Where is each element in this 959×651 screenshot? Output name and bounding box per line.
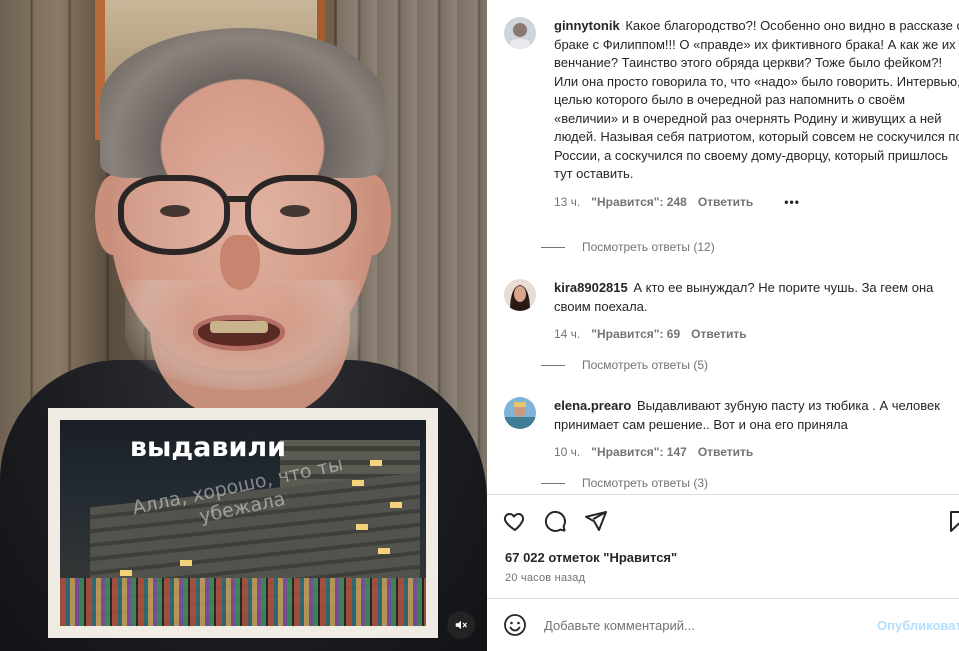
comment-time[interactable]: 14 ч.	[554, 325, 580, 344]
building-projection-image: Алла, хорошо, что ты убежала выдавили	[60, 420, 426, 626]
reply-button[interactable]: Ответить	[698, 193, 753, 212]
comment-body: elena.prearo Выдавливают зубную пасту из…	[554, 397, 959, 462]
heart-icon	[503, 513, 525, 531]
inset-video-card: Алла, хорошо, что ты убежала выдавили	[48, 408, 438, 638]
post-action-bar	[503, 509, 959, 537]
lit-window	[378, 548, 390, 554]
save-button[interactable]	[947, 509, 959, 535]
publish-button[interactable]: Опубликовать	[877, 618, 959, 633]
add-comment-bar: Добавьте комментарий... Опубликовать	[503, 612, 959, 640]
comment-text: Какое благородство?! Особенно оно видно …	[554, 18, 959, 181]
replies-line	[541, 364, 565, 366]
like-button[interactable]	[503, 509, 529, 535]
more-options-icon[interactable]: •••	[784, 193, 800, 212]
view-replies-label: Посмотреть ответы (5)	[582, 358, 709, 372]
avatar-image	[504, 279, 536, 311]
replies-line	[541, 246, 565, 248]
glasses-bridge	[226, 196, 250, 202]
comment-meta: 10 ч. "Нравится": 147 Ответить	[554, 443, 959, 462]
share-button[interactable]	[584, 509, 610, 535]
person-hair	[100, 28, 385, 178]
comment-likes[interactable]: "Нравится": 69	[591, 325, 680, 344]
comment-text-block: elena.prearo Выдавливают зубную пасту из…	[554, 397, 959, 434]
comments-panel: ginnytonik Какое благородство?! Особенно…	[487, 0, 959, 651]
view-replies-button[interactable]: Посмотреть ответы (3)	[541, 476, 708, 490]
replies-line	[541, 482, 565, 484]
divider	[487, 494, 959, 495]
avatar[interactable]	[504, 397, 536, 429]
share-icon	[585, 511, 607, 531]
view-replies-button[interactable]: Посмотреть ответы (12)	[541, 240, 715, 254]
lit-window	[356, 524, 368, 530]
person-teeth	[210, 321, 268, 333]
comment-time[interactable]: 10 ч.	[554, 443, 580, 462]
lit-window	[390, 502, 402, 508]
avatar[interactable]	[504, 279, 536, 311]
comment-meta: 14 ч. "Нравится": 69 Ответить	[554, 325, 959, 344]
view-replies-label: Посмотреть ответы (12)	[582, 240, 715, 254]
comment-username[interactable]: kira8902815	[554, 280, 628, 295]
lit-window	[352, 480, 364, 486]
comment-username[interactable]: ginnytonik	[554, 18, 620, 33]
avatar-image	[504, 397, 536, 429]
comment-body: ginnytonik Какое благородство?! Особенно…	[554, 17, 959, 211]
mute-button[interactable]	[447, 611, 475, 639]
avatar-image	[504, 17, 536, 49]
lit-window	[180, 560, 192, 566]
comment-icon	[544, 510, 566, 532]
post-timestamp[interactable]: 20 часов назад	[505, 572, 585, 584]
divider	[487, 598, 959, 599]
comment-body: kira8902815 А кто ее вынуждал? Не порите…	[554, 279, 959, 344]
speaker-muted-icon	[455, 620, 467, 630]
comment-text-block: kira8902815 А кто ее вынуждал? Не порите…	[554, 279, 959, 316]
reply-button[interactable]: Ответить	[691, 325, 746, 344]
comment-time[interactable]: 13 ч.	[554, 193, 580, 212]
comment-username[interactable]: elena.prearo	[554, 398, 631, 413]
avatar[interactable]	[504, 17, 536, 49]
bookmark-icon	[950, 511, 959, 532]
comment-text-block: ginnytonik Какое благородство?! Особенно…	[554, 17, 959, 184]
emoji-icon	[504, 614, 526, 636]
likes-count[interactable]: 67 022 отметок "Нравится"	[505, 550, 677, 565]
comment-button[interactable]	[543, 509, 569, 535]
emoji-button[interactable]	[503, 613, 527, 642]
glasses-lens-left	[118, 175, 230, 255]
lit-window	[120, 570, 132, 576]
comment-meta: 13 ч. "Нравится": 248 Ответить •••	[554, 193, 959, 212]
glasses-lens-right	[245, 175, 357, 255]
comment-input[interactable]: Добавьте комментарий...	[544, 618, 695, 633]
post-video[interactable]: Алла, хорошо, что ты убежала выдавили	[0, 0, 487, 651]
inset-title: выдавили	[129, 432, 287, 463]
view-replies-button[interactable]: Посмотреть ответы (5)	[541, 358, 708, 372]
colorful-fence	[60, 578, 426, 626]
reply-button[interactable]: Ответить	[698, 443, 753, 462]
comment-likes[interactable]: "Нравится": 147	[591, 443, 687, 462]
view-replies-label: Посмотреть ответы (3)	[582, 476, 709, 490]
comment-likes[interactable]: "Нравится": 248	[591, 193, 687, 212]
